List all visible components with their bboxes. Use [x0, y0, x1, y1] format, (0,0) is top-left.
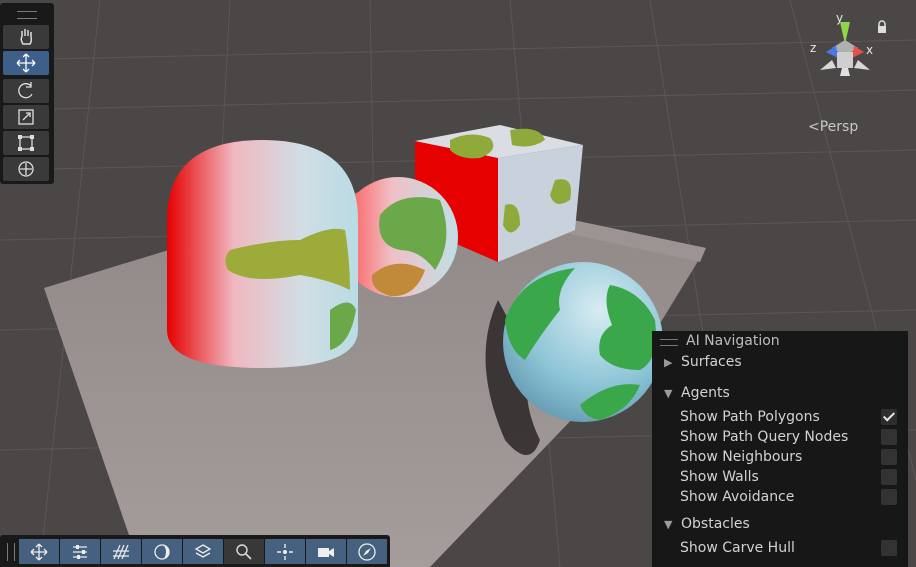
persp-label: Persp — [819, 119, 859, 135]
persp-arrow-icon: < — [808, 119, 820, 135]
option-show-walls: Show Walls — [680, 469, 759, 485]
globe-sphere[interactable] — [503, 262, 663, 422]
scale-icon — [18, 109, 34, 125]
gizmo-y-label: y — [836, 11, 843, 25]
search-overlay-button[interactable] — [224, 539, 264, 564]
gizmo-x-label: x — [866, 43, 873, 57]
checkbox-show-walls[interactable] — [881, 469, 897, 485]
camera-overlay-button[interactable] — [306, 539, 346, 564]
collapse-arrow-icon: ▼ — [664, 518, 673, 531]
camera-icon — [318, 547, 334, 557]
checkbox-show-avoidance[interactable] — [881, 489, 897, 505]
hand-tool-button[interactable] — [3, 25, 49, 49]
rotate-tool-button[interactable] — [3, 79, 49, 103]
scale-tool-button[interactable] — [3, 105, 49, 129]
option-show-path-polygons: Show Path Polygons — [680, 409, 820, 425]
pivot-overlay-button[interactable] — [265, 539, 305, 564]
compass-icon — [358, 542, 376, 561]
tools-overlay[interactable] — [0, 3, 54, 184]
transform-icon — [18, 161, 34, 177]
checkbox-show-carve-hull[interactable] — [881, 540, 897, 556]
agents-foldout[interactable]: ▼ Agents — [664, 385, 730, 401]
checkbox-show-neighbours[interactable] — [881, 449, 897, 465]
agents-label: Agents — [681, 385, 730, 401]
option-show-carve-hull: Show Carve Hull — [680, 540, 795, 556]
toggles-overlay-button[interactable] — [60, 539, 100, 564]
sliders-icon — [73, 544, 87, 559]
rotate-icon — [18, 82, 33, 99]
checkbox-show-path-polygons[interactable] — [881, 409, 897, 425]
panel-title: AI Navigation — [686, 333, 780, 349]
lock-icon[interactable] — [876, 20, 888, 34]
layers-icon — [194, 543, 212, 558]
view-options-overlay[interactable] — [0, 535, 390, 567]
hand-icon — [20, 29, 33, 45]
layers-overlay-button[interactable] — [183, 539, 223, 564]
move-arrows-icon — [16, 53, 36, 73]
collapse-arrow-icon: ▼ — [664, 387, 673, 400]
rect-transform-icon — [18, 135, 34, 151]
surfaces-foldout[interactable]: ▶ Surfaces — [664, 354, 742, 370]
option-show-neighbours: Show Neighbours — [680, 449, 803, 465]
perspective-toggle[interactable]: <Persp — [808, 119, 858, 135]
pivot-icon — [277, 543, 293, 560]
search-icon — [236, 543, 252, 560]
orientation-overlay-button[interactable] — [347, 539, 387, 564]
capsule[interactable] — [167, 140, 358, 368]
obstacles-label: Obstacles — [681, 516, 750, 532]
obstacles-foldout[interactable]: ▼ Obstacles — [664, 516, 750, 532]
expand-arrow-icon: ▶ — [664, 356, 673, 369]
gizmo-z-label: z — [810, 41, 816, 55]
option-show-avoidance: Show Avoidance — [680, 489, 795, 505]
surfaces-label: Surfaces — [681, 354, 742, 370]
grid-icon — [113, 544, 129, 559]
checkbox-show-path-query-nodes[interactable] — [881, 429, 897, 445]
move-overlay-button[interactable] — [19, 539, 59, 564]
grid-overlay-button[interactable] — [101, 539, 141, 564]
move-arrows-icon — [30, 543, 48, 560]
overlay-grip[interactable] — [17, 11, 37, 19]
option-show-path-query-nodes: Show Path Query Nodes — [680, 429, 849, 445]
transform-tool-button[interactable] — [3, 157, 49, 181]
move-tool-button[interactable] — [3, 51, 49, 75]
overlay-grip[interactable] — [660, 339, 678, 346]
lighting-sphere-icon — [154, 543, 170, 560]
overlay-grip[interactable] — [7, 543, 15, 561]
lighting-overlay-button[interactable] — [142, 539, 182, 564]
rect-tool-button[interactable] — [3, 131, 49, 155]
ai-navigation-overlay[interactable]: AI Navigation ▶ Surfaces ▼ Agents Show Pat… — [652, 331, 908, 567]
